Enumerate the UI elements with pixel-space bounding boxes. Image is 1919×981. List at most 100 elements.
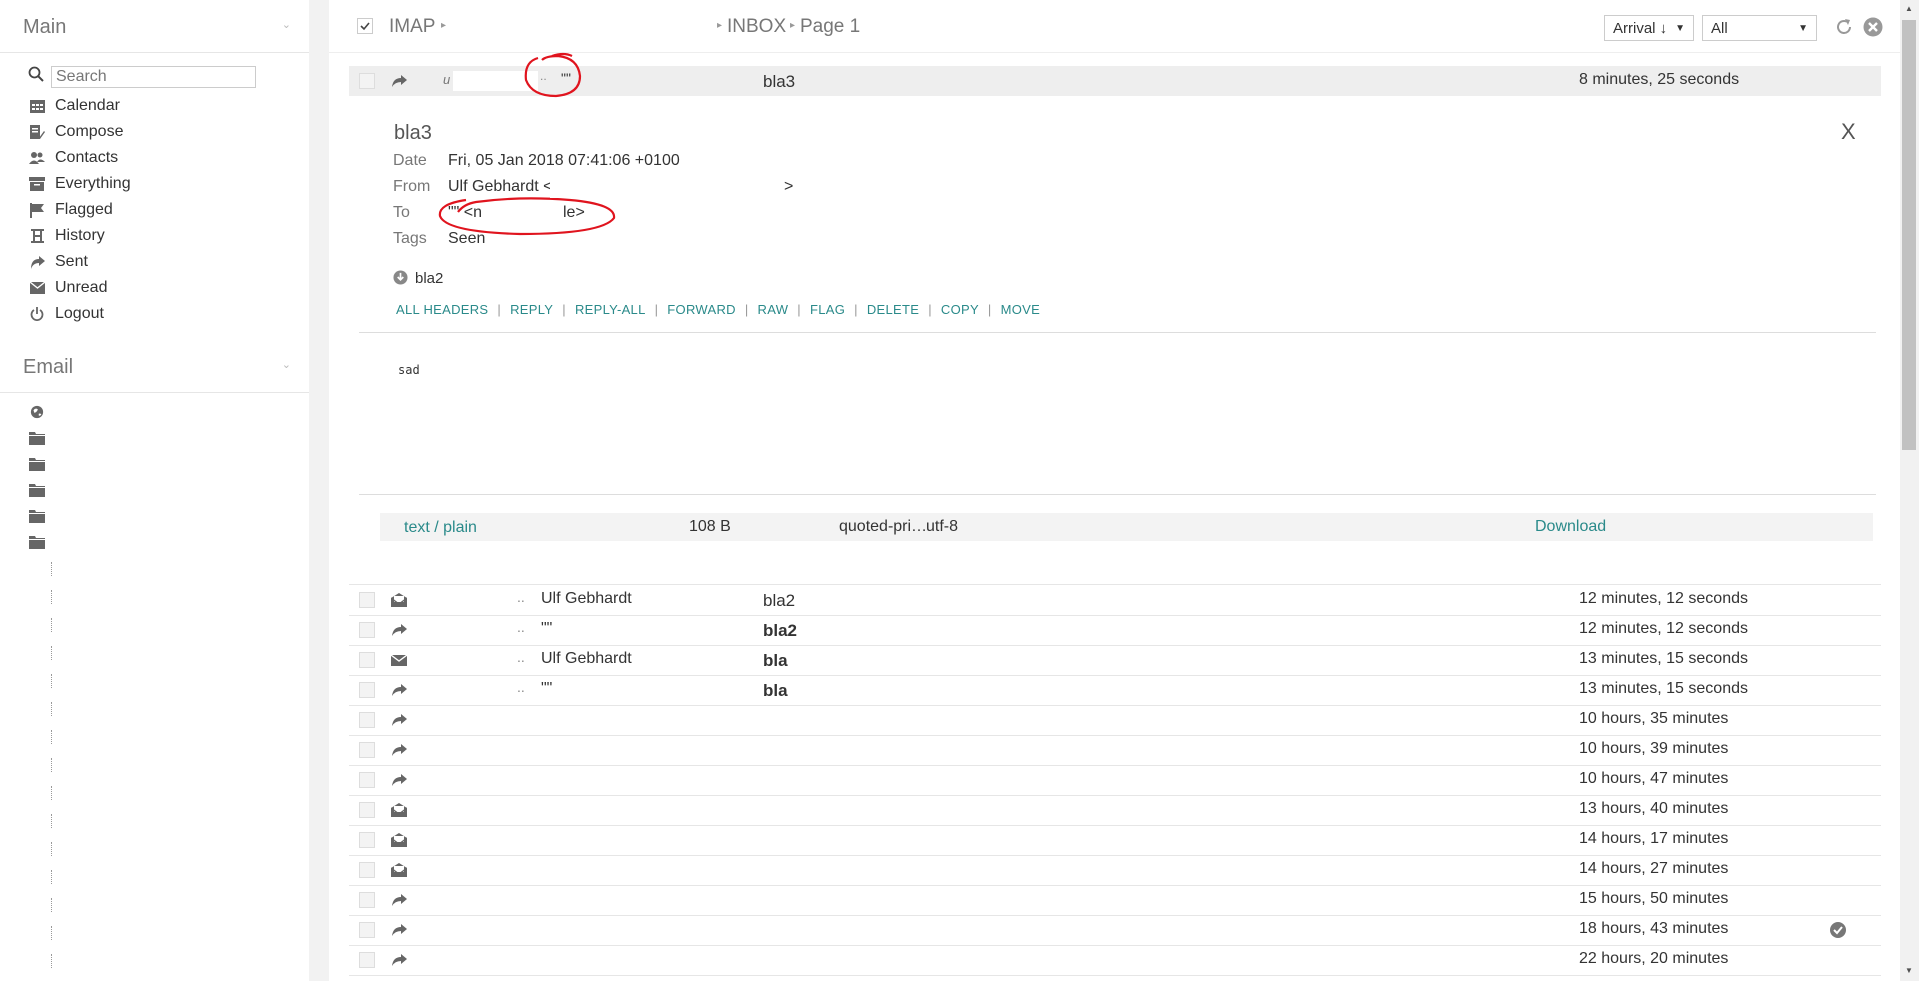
folder-icon[interactable] [29,457,45,471]
table-row[interactable]: 15 hours, 50 minutes [349,885,1881,916]
redacted-area [550,178,782,198]
tree-connector [51,842,54,856]
delete-button[interactable]: DELETE [867,302,919,317]
history-icon [28,228,46,244]
copy-button[interactable]: COPY [941,302,979,317]
breadcrumb-imap[interactable]: IMAP [389,16,435,38]
raw-button[interactable]: RAW [758,302,789,317]
table-row[interactable]: .. Ulf Gebhardt bla 13 minutes, 15 seconds [349,645,1881,676]
message-date: 8 minutes, 25 seconds [1579,71,1740,88]
header-value-to[interactable]: "" <n [448,204,482,222]
action-separator: | [987,302,992,317]
selected-message-row[interactable]: u .. "" bla3 8 minutes, 25 seconds [349,66,1881,96]
calendar-icon [28,98,46,114]
header-label-to: To [393,204,410,221]
filter-select[interactable]: All ▼ [1702,15,1817,41]
table-row[interactable]: 22 hours, 20 minutes [349,945,1881,976]
table-row[interactable]: .. "" bla2 12 minutes, 12 seconds [349,615,1881,646]
row-checkbox[interactable] [359,922,375,938]
part-size: 108 B [689,518,731,535]
main-section-header[interactable]: Main ⌄ [0,0,309,53]
sidebar-item-sent[interactable]: Sent [28,250,88,274]
row-checkbox[interactable] [359,73,375,89]
table-row[interactable]: 10 hours, 35 minutes [349,705,1881,736]
chevron-down-icon[interactable]: ⌄ [282,358,291,371]
header-value-from[interactable]: Ulf Gebhardt < [448,178,553,196]
row-checkbox[interactable] [359,712,375,728]
row-checkbox[interactable] [359,832,375,848]
folder-icon[interactable] [29,483,45,497]
close-message-button[interactable]: X [1841,119,1856,145]
sidebar-item-logout[interactable]: Logout [28,302,104,326]
row-checkbox[interactable] [359,682,375,698]
folder-icon[interactable] [29,431,45,445]
reply-all-button[interactable]: REPLY-ALL [575,302,646,317]
refresh-icon[interactable] [1834,17,1854,37]
forward-button[interactable]: FORWARD [667,302,736,317]
globe-icon[interactable] [29,405,45,419]
row-checkbox[interactable] [359,952,375,968]
tree-connector [51,702,54,716]
vertical-scrollbar[interactable]: ▲ ▼ [1900,0,1919,981]
table-row[interactable]: 14 hours, 27 minutes [349,855,1881,886]
sidebar-item-compose[interactable]: Compose [28,120,123,144]
row-checkbox[interactable] [359,802,375,818]
sidebar-item-everything[interactable]: Everything [28,172,131,196]
main-panel: IMAP ▸ ▸ INBOX ▸ Page 1 Arrival ↓ ▼ All … [329,0,1900,981]
chevron-down-icon[interactable]: ⌄ [282,18,291,31]
row-checkbox[interactable] [359,652,375,668]
table-row[interactable]: 10 hours, 39 minutes [349,735,1881,766]
sidebar-item-unread[interactable]: Unread [28,276,107,300]
table-row[interactable]: .. Ulf Gebhardt bla2 12 minutes, 12 seconds [349,585,1881,616]
email-section-header[interactable]: Email ⌄ [0,340,309,393]
row-checkbox[interactable] [359,772,375,788]
table-row[interactable]: .. "" bla 13 minutes, 15 seconds [349,675,1881,706]
action-separator: | [562,302,566,317]
row-checkbox[interactable] [359,592,375,608]
tree-connector [51,758,54,772]
sidebar-item-label: Sent [55,253,88,270]
sidebar-item-flagged[interactable]: Flagged [28,198,113,222]
message-date: 14 hours, 17 minutes [1579,830,1729,847]
move-button[interactable]: MOVE [1001,302,1040,317]
folder-icon[interactable] [29,535,45,549]
row-checkbox[interactable] [359,742,375,758]
scroll-up-icon[interactable]: ▲ [1905,4,1913,13]
sidebar-item-contacts[interactable]: Contacts [28,146,118,170]
sort-select[interactable]: Arrival ↓ ▼ [1604,15,1694,41]
sender-name: "" [541,620,553,637]
table-row[interactable]: 18 hours, 43 minutes [349,915,1881,946]
action-separator: | [797,302,801,317]
breadcrumb-inbox[interactable]: INBOX [727,16,786,38]
sidebar-item-label: History [55,227,105,244]
scroll-down-icon[interactable]: ▼ [1905,966,1913,975]
search-input[interactable] [51,66,256,88]
breadcrumb-page: Page 1 [800,16,861,37]
sender-name: "" [561,70,571,86]
thread-link[interactable]: bla2 [415,270,443,287]
select-all-checkbox[interactable] [357,18,373,34]
power-icon [28,306,46,322]
tree-connector [51,590,54,604]
all-headers-button[interactable]: ALL HEADERS [396,302,488,317]
message-subject: bla2 [763,621,798,640]
row-checkbox[interactable] [359,622,375,638]
message-subject: bla [763,681,788,700]
close-icon[interactable] [1863,17,1883,37]
table-row[interactable]: 13 hours, 40 minutes [349,795,1881,826]
row-checkbox[interactable] [359,892,375,908]
flag-button[interactable]: FLAG [810,302,845,317]
tree-connector [51,730,54,744]
reply-button[interactable]: REPLY [510,302,553,317]
table-row[interactable]: 14 hours, 17 minutes [349,825,1881,856]
sidebar-item-calendar[interactable]: Calendar [28,94,120,118]
check-icon [360,22,370,31]
sidebar-item-history[interactable]: History [28,224,105,248]
folder-icon[interactable] [29,509,45,523]
scrollbar-thumb[interactable] [1902,20,1916,450]
download-link[interactable]: Download [1535,518,1606,536]
row-checkbox[interactable] [359,862,375,878]
sidebar-item-label: Flagged [55,201,113,218]
part-mime-type[interactable]: text / plain [404,519,477,537]
table-row[interactable]: 10 hours, 47 minutes [349,765,1881,796]
